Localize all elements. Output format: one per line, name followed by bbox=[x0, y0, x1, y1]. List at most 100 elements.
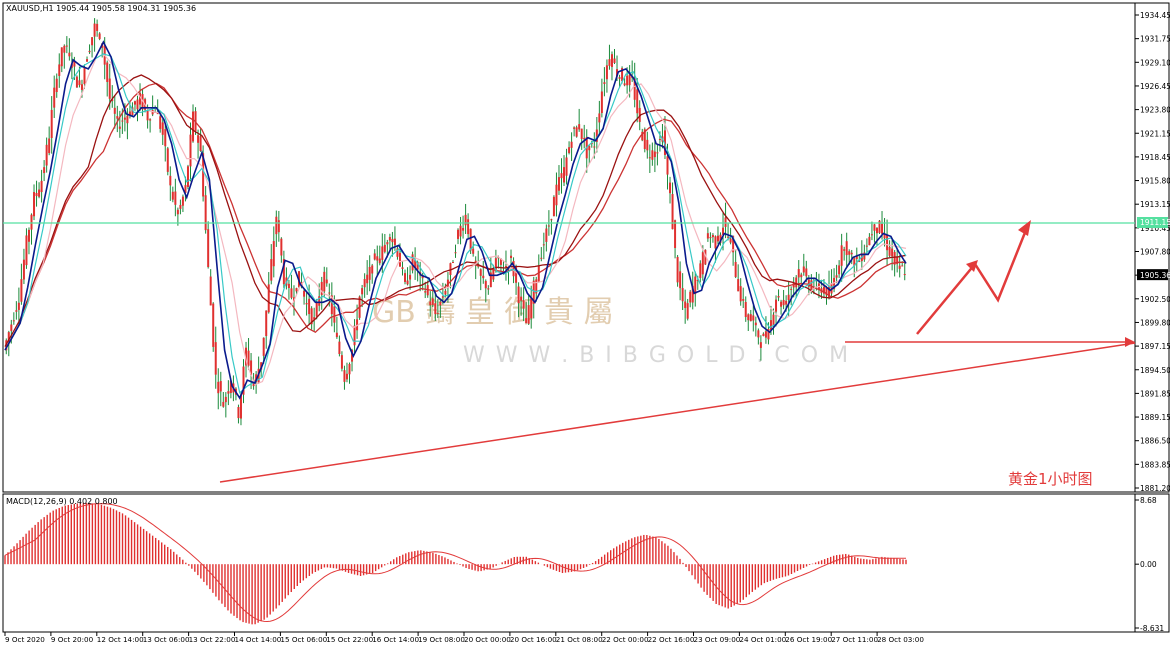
candle-body bbox=[873, 224, 876, 231]
candle-body bbox=[174, 191, 177, 205]
candle-body bbox=[699, 263, 702, 278]
hline-price-label: 1911.15 bbox=[1140, 218, 1170, 227]
candle-body bbox=[764, 331, 767, 338]
candle-body bbox=[459, 225, 462, 237]
candle-body bbox=[568, 147, 571, 154]
candle-body bbox=[383, 244, 386, 252]
candle-body bbox=[386, 242, 389, 245]
candle-body bbox=[747, 314, 750, 321]
candle-body bbox=[752, 315, 755, 321]
candle-body bbox=[613, 58, 616, 63]
candle-body bbox=[323, 271, 326, 292]
candle-body bbox=[192, 111, 195, 142]
candle-body bbox=[805, 268, 808, 277]
candle-body bbox=[462, 227, 465, 231]
candle-body bbox=[270, 259, 273, 281]
candle-body bbox=[159, 116, 162, 129]
candle-body bbox=[368, 266, 371, 280]
price-tick-label: 1894.50 bbox=[1140, 366, 1170, 375]
candle-body bbox=[409, 274, 412, 280]
macd-tick-label: -8.631 bbox=[1140, 624, 1164, 633]
candle-body bbox=[48, 138, 51, 154]
candle-body bbox=[363, 278, 366, 288]
chart-window: W W W . B I B G O L D . C O M GB 鑄 皇 御 貴 … bbox=[0, 0, 1170, 650]
candle-body bbox=[762, 333, 765, 337]
candle-body bbox=[457, 229, 460, 239]
candle-body bbox=[626, 75, 629, 86]
candle-body bbox=[540, 257, 543, 259]
candle-body bbox=[217, 381, 220, 394]
candle-body bbox=[335, 332, 338, 338]
candle-body bbox=[116, 116, 119, 119]
candle-body bbox=[724, 217, 727, 227]
candle-body bbox=[340, 355, 343, 369]
price-tick-label: 1934.45 bbox=[1140, 11, 1170, 20]
candle-body bbox=[623, 83, 626, 86]
candle-body bbox=[782, 299, 785, 306]
symbol-header: XAUUSD,H1 1905.44 1905.58 1904.31 1905.3… bbox=[6, 4, 197, 13]
time-tick-label: 20 Oct 00:00 bbox=[464, 635, 511, 644]
candle-body bbox=[479, 269, 482, 276]
candle-body bbox=[265, 310, 268, 337]
candle-body bbox=[75, 76, 78, 88]
candle-body bbox=[169, 175, 172, 186]
candle-body bbox=[563, 167, 566, 183]
candle-body bbox=[391, 238, 394, 243]
candle-body bbox=[398, 252, 401, 267]
candle-body bbox=[146, 110, 149, 121]
time-tick-label: 21 Oct 08:00 bbox=[556, 635, 603, 644]
candle-body bbox=[570, 141, 573, 148]
candle-body bbox=[40, 180, 43, 193]
candle-body bbox=[262, 337, 265, 356]
candle-body bbox=[15, 310, 18, 312]
time-tick-label: 23 Oct 09:00 bbox=[694, 635, 741, 644]
candle-body bbox=[287, 283, 290, 289]
candle-body bbox=[176, 209, 179, 215]
candle-body bbox=[775, 299, 778, 312]
candle-body bbox=[472, 248, 475, 254]
candle-body bbox=[121, 120, 124, 122]
candle-body bbox=[706, 233, 709, 239]
price-tick-label: 1881.20 bbox=[1140, 484, 1170, 493]
candle-body bbox=[38, 189, 41, 197]
candle-body bbox=[628, 74, 631, 86]
candle-body bbox=[759, 342, 762, 348]
candle-body bbox=[25, 235, 28, 266]
candle-body bbox=[777, 296, 780, 298]
candle-body bbox=[681, 288, 684, 302]
time-tick-label: 20 Oct 16:00 bbox=[510, 635, 557, 644]
candle-body bbox=[434, 303, 437, 315]
candle-body bbox=[436, 312, 439, 314]
candle-body bbox=[769, 320, 772, 330]
candle-body bbox=[10, 324, 13, 331]
price-tick-label: 1923.80 bbox=[1140, 106, 1170, 115]
candle-body bbox=[545, 228, 548, 242]
candle-body bbox=[552, 196, 555, 217]
candle-body bbox=[835, 275, 838, 278]
candle-body bbox=[686, 303, 689, 319]
price-tick-label: 1931.75 bbox=[1140, 35, 1170, 44]
candle-body bbox=[795, 277, 798, 288]
price-chart[interactable]: W W W . B I B G O L D . C O M GB 鑄 皇 御 貴 … bbox=[0, 0, 1170, 650]
price-tick-label: 1899.80 bbox=[1140, 318, 1170, 327]
candle-body bbox=[429, 301, 432, 306]
candle-body bbox=[487, 288, 490, 290]
candle-body bbox=[361, 288, 364, 295]
candle-body bbox=[888, 246, 891, 256]
macd-panel-frame bbox=[2, 493, 1136, 633]
price-tick-label: 1905.36 bbox=[1140, 271, 1170, 280]
time-tick-label: 14 Oct 14:00 bbox=[235, 635, 282, 644]
candle-body bbox=[658, 139, 661, 141]
candle-body bbox=[411, 254, 414, 271]
candle-body bbox=[186, 166, 189, 187]
candle-body bbox=[166, 148, 169, 172]
time-tick-label: 22 Oct 00:00 bbox=[602, 635, 649, 644]
candle-body bbox=[272, 241, 275, 267]
candle-body bbox=[404, 273, 407, 282]
candle-body bbox=[870, 234, 873, 236]
candle-body bbox=[204, 195, 207, 231]
candle-body bbox=[666, 156, 669, 175]
candle-body bbox=[560, 173, 563, 179]
candle-body bbox=[785, 300, 788, 305]
candle-body bbox=[376, 256, 379, 261]
